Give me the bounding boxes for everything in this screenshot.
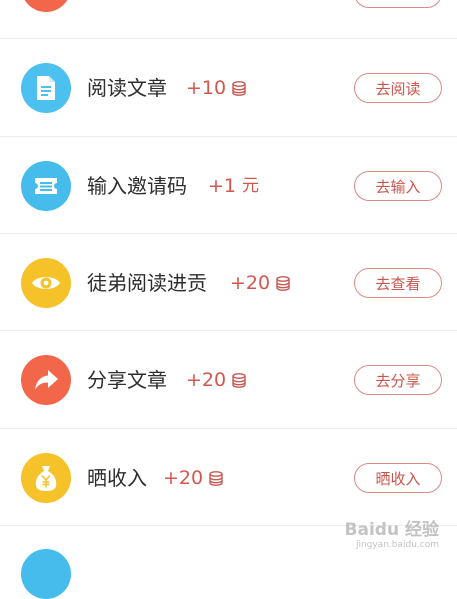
coin-stack-icon: [276, 275, 290, 291]
task-title: 输入邀请码: [87, 174, 187, 198]
document-icon: [21, 63, 71, 113]
task-title: 阅读文章: [87, 76, 167, 100]
ticket-icon: [21, 161, 71, 211]
reward-unit: 元: [242, 176, 260, 196]
read-article-button[interactable]: 去阅读: [354, 73, 442, 103]
task-title: 分享文章: [87, 368, 167, 392]
coin-stack-icon: [209, 470, 223, 486]
task-title: 晒收入: [87, 466, 147, 490]
task-row-share-article: 分享文章 +20 去分享: [0, 331, 457, 428]
task-reward: +20: [163, 466, 223, 490]
view-button[interactable]: 去查看: [354, 268, 442, 298]
watermark-line1: Baidu 经验: [344, 520, 439, 540]
task-row-apprentice-tribute: 徒弟阅读进贡 +20 去查看: [0, 234, 457, 331]
money-bag-icon: [21, 453, 71, 503]
coin-stack-icon: [232, 372, 246, 388]
eye-icon: [21, 258, 71, 308]
share-arrow-icon: [21, 355, 71, 405]
share-button[interactable]: 去分享: [354, 365, 442, 395]
partial-top-icon: [21, 0, 71, 12]
task-row-show-income: 晒收入 +20 晒收入: [0, 429, 457, 526]
reward-amount: +20: [163, 467, 204, 489]
reward-amount: +1: [208, 175, 237, 197]
partial-top-button[interactable]: [354, 0, 442, 8]
reward-amount: +20: [230, 272, 271, 294]
reward-amount: +10: [186, 77, 227, 99]
input-code-button[interactable]: 去输入: [354, 171, 442, 201]
coin-stack-icon: [232, 80, 246, 96]
task-title: 徒弟阅读进贡: [87, 271, 207, 295]
task-reward: +20: [186, 368, 246, 392]
task-reward: +10: [186, 76, 246, 100]
task-reward: +1 元: [208, 174, 259, 198]
task-row-read-article: 阅读文章 +10 去阅读: [0, 39, 457, 136]
watermark: Baidu 经验 jingyan.baidu.com: [345, 520, 439, 551]
task-row-invite-code: 输入邀请码 +1 元 去输入: [0, 137, 457, 234]
watermark-line2: jingyan.baidu.com: [355, 540, 439, 550]
reward-amount: +20: [186, 369, 227, 391]
task-reward: +20: [230, 271, 290, 295]
show-income-button[interactable]: 晒收入: [354, 463, 442, 493]
